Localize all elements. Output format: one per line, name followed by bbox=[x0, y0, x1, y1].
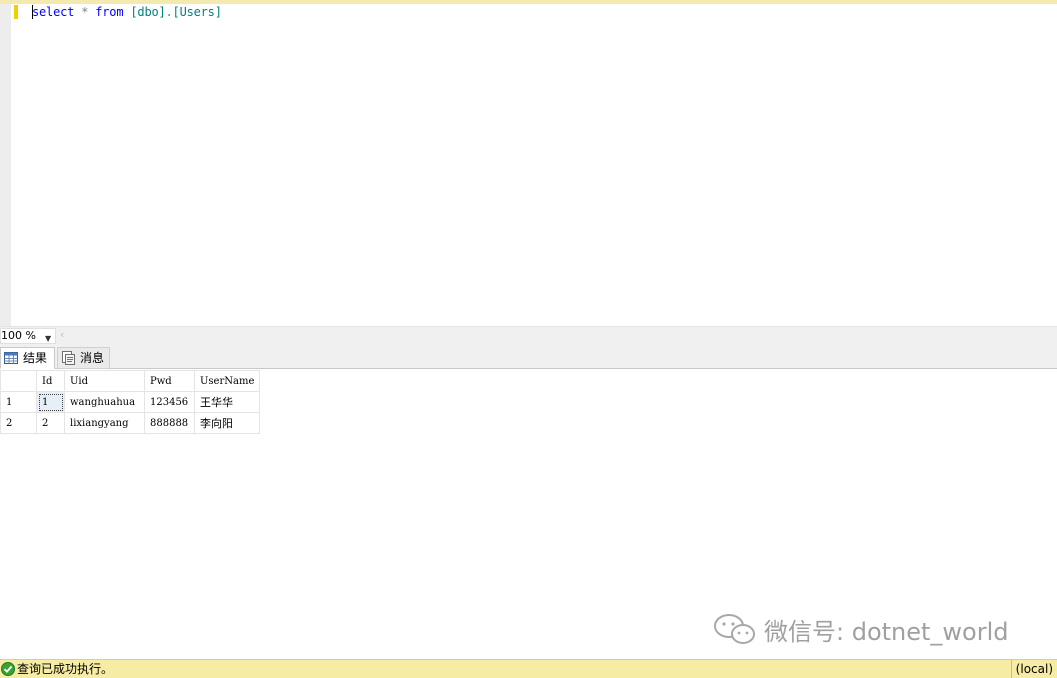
results-table: Id Uid Pwd UserName 1 1 wanghuahua 12345… bbox=[0, 370, 261, 434]
table-cell-username[interactable]: 王华华 bbox=[193, 391, 261, 413]
keyword-select: select bbox=[32, 5, 75, 19]
column-header-id[interactable]: Id bbox=[36, 370, 65, 392]
status-bar: 查询已成功执行。 (local) bbox=[0, 659, 1057, 678]
tab-results-label: 结果 bbox=[23, 351, 48, 365]
table-row: 1 1 wanghuahua 123456 王华华 bbox=[0, 391, 261, 413]
table-cell-uid[interactable]: wanghuahua bbox=[64, 391, 145, 413]
watermark-text: 微信号: dotnet_world bbox=[764, 617, 1009, 646]
wechat-watermark: 微信号: dotnet_world bbox=[712, 612, 1009, 646]
row-number-header[interactable] bbox=[0, 370, 37, 392]
column-header-pwd[interactable]: Pwd bbox=[144, 370, 195, 392]
table-row: 2 2 lixiangyang 888888 李向阳 bbox=[0, 412, 261, 434]
column-header-username[interactable]: UserName bbox=[193, 370, 261, 392]
table-header-row: Id Uid Pwd UserName bbox=[0, 370, 261, 392]
keyword-from: from bbox=[95, 5, 124, 19]
dot-separator: . bbox=[165, 5, 173, 19]
table-identifier: [Users] bbox=[172, 5, 222, 19]
editor-gutter bbox=[0, 4, 11, 326]
table-cell-username[interactable]: 李向阳 bbox=[193, 412, 261, 434]
table-cell-uid[interactable]: lixiangyang bbox=[64, 412, 145, 434]
table-cell-id[interactable]: 2 bbox=[36, 412, 65, 434]
tab-results[interactable]: 结果 bbox=[0, 347, 55, 369]
change-tracking-marker bbox=[14, 5, 18, 19]
scroll-left-arrow-icon[interactable]: ‹ bbox=[60, 328, 64, 341]
check-circle-icon bbox=[1, 662, 15, 676]
tab-messages-label: 消息 bbox=[80, 351, 105, 365]
row-number[interactable]: 1 bbox=[0, 391, 37, 413]
schema-identifier: [dbo] bbox=[130, 5, 166, 19]
editor-zoom-bar: 100 % ▼ ‹ bbox=[0, 326, 1057, 345]
wechat-icon bbox=[714, 614, 755, 644]
text-caret bbox=[32, 5, 33, 19]
status-message: 查询已成功执行。 bbox=[17, 662, 114, 676]
zoom-value: 100 % bbox=[1, 329, 36, 342]
query-editor[interactable]: select * from [dbo].[Users] bbox=[0, 4, 1057, 326]
table-cell-pwd[interactable]: 123456 bbox=[144, 391, 195, 413]
operator-star: * bbox=[81, 5, 89, 19]
zoom-dropdown[interactable]: 100 % ▼ bbox=[0, 328, 56, 344]
row-number[interactable]: 2 bbox=[0, 412, 37, 434]
tab-messages[interactable]: 消息 bbox=[57, 347, 110, 369]
code-line-1[interactable]: select * from [dbo].[Users] bbox=[32, 4, 222, 20]
table-cell-id[interactable]: 1 bbox=[36, 391, 65, 413]
column-header-uid[interactable]: Uid bbox=[64, 370, 145, 392]
table-cell-pwd[interactable]: 888888 bbox=[144, 412, 195, 434]
status-server: (local) bbox=[1010, 660, 1053, 678]
grid-icon bbox=[4, 352, 18, 364]
results-tabs-bar: 结果 消息 bbox=[0, 345, 1057, 369]
dropdown-arrow-icon: ▼ bbox=[45, 334, 52, 343]
document-icon bbox=[62, 351, 75, 365]
